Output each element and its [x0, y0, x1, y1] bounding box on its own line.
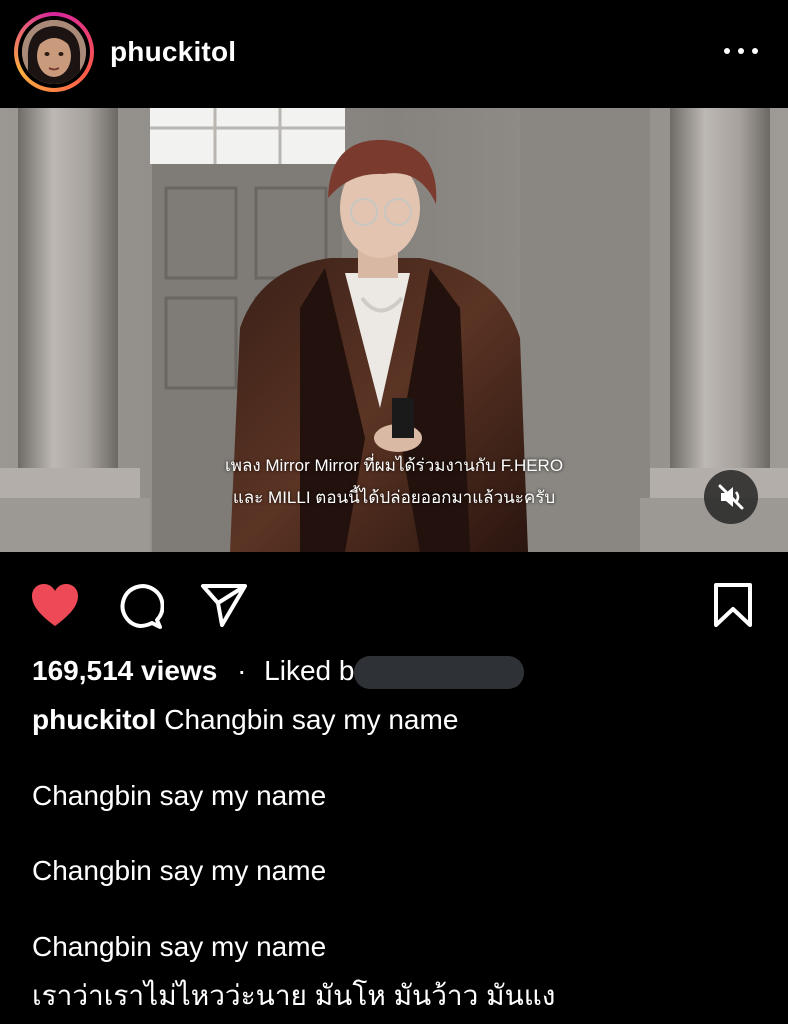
liked-by-text: Liked b [264, 655, 355, 686]
caption: phuckitol Changbin say my name [32, 704, 458, 736]
caption-line: Changbin say my name [32, 780, 327, 811]
views-count[interactable]: 169,514 views [32, 655, 217, 686]
heart-filled-icon[interactable] [30, 582, 80, 633]
caption-line: เราว่าเราไม่ไหวว่ะนาย มันโห มันว้าว มันแ… [32, 980, 556, 1011]
post-actions-bar [0, 552, 788, 652]
comment-icon[interactable] [116, 582, 165, 635]
bookmark-icon[interactable] [712, 582, 754, 633]
avatar-story-ring[interactable] [14, 12, 94, 92]
redacted-liked-by-names [354, 656, 524, 689]
muted-speaker-icon[interactable] [704, 470, 758, 524]
caption-username[interactable]: phuckitol [32, 704, 156, 735]
more-horizontal-icon[interactable] [724, 40, 758, 60]
post-header: phuckitol [0, 0, 788, 108]
avatar[interactable] [22, 20, 86, 84]
video-subtitle-line1: เพลง Mirror Mirror ที่ผมได้ร่วมงานกับ F.… [224, 456, 564, 475]
caption-line: Changbin say my name [32, 931, 327, 962]
video-subtitle-line2: และ MILLI ตอนนี้ได้ปล่อยออกมาแล้วนะครับ [232, 488, 556, 507]
views-line: 169,514 views · Liked b [32, 655, 354, 687]
send-icon[interactable] [200, 582, 248, 633]
caption-line: Changbin say my name [32, 855, 327, 886]
header-username[interactable]: phuckitol [110, 36, 236, 68]
separator-dot: · [237, 655, 247, 686]
video-player[interactable]: เพลง Mirror Mirror ที่ผมได้ร่วมงานกับ F.… [0, 108, 788, 552]
caption-first-line: Changbin say my name [164, 704, 459, 735]
